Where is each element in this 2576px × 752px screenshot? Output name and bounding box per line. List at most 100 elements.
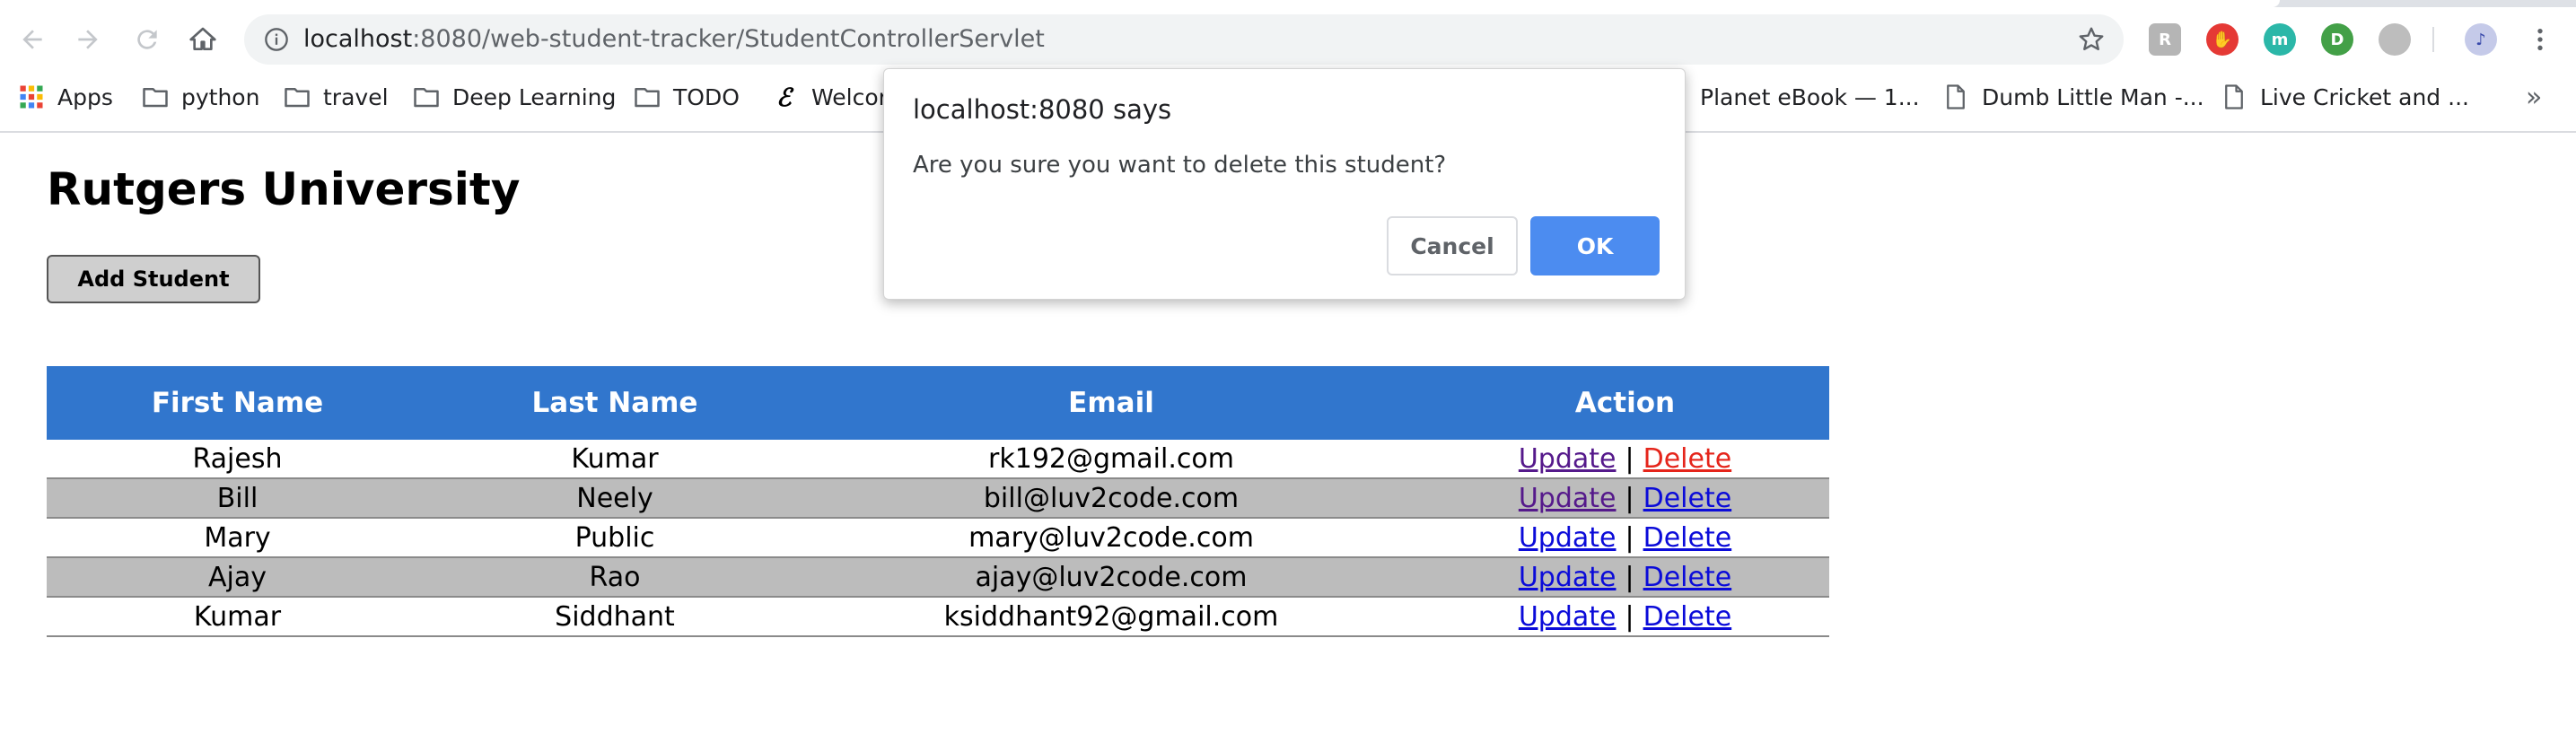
menu-kebab-icon[interactable]: [2522, 22, 2558, 57]
bookmark-apps[interactable]: Apps: [18, 75, 113, 118]
bookmark-planet-ebook[interactable]: Planet eBook — 1...: [1671, 75, 1920, 118]
apps-grid-icon: [20, 85, 43, 109]
folder-icon: [414, 88, 439, 108]
last-name-cell: Public: [428, 518, 802, 558]
email-cell: ksiddhant92@gmail.com: [802, 597, 1421, 637]
forward-icon[interactable]: [70, 22, 106, 57]
bookmark-label: python: [181, 83, 260, 110]
url-path: :8080/web-student-tracker/StudentControl…: [412, 25, 1045, 53]
bookmark-label: Live Cricket and ...: [2260, 83, 2469, 110]
bookmark-python[interactable]: python: [142, 75, 259, 118]
bookmark-star-icon[interactable]: [2077, 25, 2106, 54]
last-name-cell: Neely: [428, 478, 802, 519]
email-cell: ajay@luv2code.com: [802, 557, 1421, 598]
ok-button[interactable]: OK: [1530, 216, 1660, 275]
action-separator: |: [1625, 521, 1634, 554]
adblock-icon[interactable]: ✋: [2206, 23, 2239, 56]
bookmark-dumb-little-man[interactable]: Dumb Little Man -...: [1942, 75, 2204, 118]
update-link[interactable]: Update: [1519, 483, 1617, 514]
update-link[interactable]: Update: [1519, 443, 1617, 475]
bookmark-live-cricket[interactable]: Live Cricket and ...: [2221, 75, 2469, 118]
table-row: Rajesh Kumar rk192@gmail.com Update | Dele…: [47, 440, 1829, 479]
address-bar[interactable]: localhost:8080/web-student-tracker/Stude…: [244, 14, 2124, 65]
extension-m-icon[interactable]: m: [2264, 23, 2296, 56]
page-title: Rutgers University: [47, 163, 521, 215]
profile-avatar-icon[interactable]: ♪: [2465, 23, 2497, 56]
column-header-first-name: First Name: [47, 366, 428, 440]
bookmark-welcome[interactable]: ℰ Welcor: [772, 75, 888, 118]
extension-d-icon[interactable]: D: [2321, 23, 2353, 56]
action-cell: Update | Delete: [1421, 478, 1829, 519]
last-name-cell: Siddhant: [428, 597, 802, 637]
last-name-cell: Rao: [428, 557, 802, 598]
folder-icon: [285, 88, 310, 108]
bookmark-label: travel: [323, 83, 389, 110]
table-row: Ajay Rao ajay@luv2code.com Update | Delete: [47, 557, 1829, 598]
delete-link[interactable]: Delete: [1643, 562, 1732, 593]
delete-link[interactable]: Delete: [1643, 483, 1732, 514]
site-info-icon[interactable]: [264, 27, 289, 52]
delete-link[interactable]: Delete: [1643, 443, 1732, 475]
bookmark-travel[interactable]: travel: [284, 75, 389, 118]
page-icon: [1947, 84, 1965, 109]
url-text[interactable]: localhost:8080/web-student-tracker/Stude…: [303, 14, 1045, 65]
students-table: First Name Last Name Email Action Rajesh…: [47, 366, 1829, 637]
email-cell: mary@luv2code.com: [802, 518, 1421, 558]
extension-circle-icon[interactable]: [2379, 23, 2411, 56]
bookmark-label: Dumb Little Man -...: [1982, 83, 2204, 110]
last-name-cell: Kumar: [428, 440, 802, 479]
bookmark-label: Deep Learning: [452, 83, 617, 110]
dialog-message: Are you sure you want to delete this stu…: [913, 152, 1447, 179]
toolbar-divider: [2432, 27, 2434, 52]
bookmark-todo[interactable]: TODO: [634, 75, 740, 118]
update-link[interactable]: Update: [1519, 562, 1617, 593]
first-name-cell: Mary: [47, 518, 428, 558]
action-separator: |: [1625, 600, 1634, 633]
first-name-cell: Rajesh: [47, 440, 428, 479]
table-header-row: First Name Last Name Email Action: [47, 366, 1829, 440]
column-header-last-name: Last Name: [428, 366, 802, 440]
bookmark-deep-learning[interactable]: Deep Learning: [413, 75, 616, 118]
tab-strip: [0, 0, 2576, 7]
table-row: Mary Public mary@luv2code.com Update | Del…: [47, 518, 1829, 558]
confirm-dialog: localhost:8080 says Are you sure you wan…: [883, 68, 1686, 300]
delete-link[interactable]: Delete: [1643, 601, 1732, 633]
action-separator: |: [1625, 442, 1634, 475]
bookmark-label: Welcor: [811, 83, 888, 110]
add-student-button[interactable]: Add Student: [47, 255, 260, 303]
action-cell: Update | Delete: [1421, 518, 1829, 558]
url-host: localhost: [303, 25, 413, 53]
table-row: Bill Neely bill@luv2code.com Update | Dele…: [47, 478, 1829, 519]
email-cell: bill@luv2code.com: [802, 478, 1421, 519]
first-name-cell: Ajay: [47, 557, 428, 598]
chevron-double-right-icon: »: [2526, 81, 2543, 113]
folder-icon: [635, 88, 660, 108]
extension-r-icon[interactable]: R: [2149, 23, 2181, 56]
action-separator: |: [1625, 482, 1634, 514]
back-icon[interactable]: [14, 22, 50, 57]
active-tab-edge[interactable]: [0, 0, 2280, 7]
bookmark-label: Planet eBook — 1...: [1700, 83, 1920, 110]
cancel-button[interactable]: Cancel: [1387, 216, 1518, 275]
action-cell: Update | Delete: [1421, 597, 1829, 637]
bookmark-label: TODO: [673, 83, 740, 110]
first-name-cell: Kumar: [47, 597, 428, 637]
action-separator: |: [1625, 561, 1634, 593]
update-link[interactable]: Update: [1519, 522, 1617, 554]
page-icon: [2225, 84, 2243, 109]
column-header-action: Action: [1421, 366, 1829, 440]
email-cell: rk192@gmail.com: [802, 440, 1421, 479]
browser-toolbar: localhost:8080/web-student-tracker/Stude…: [0, 7, 2576, 72]
table-row: Kumar Siddhant ksiddhant92@gmail.com Upd…: [47, 597, 1829, 637]
delete-link[interactable]: Delete: [1643, 522, 1732, 554]
home-icon[interactable]: [185, 22, 221, 57]
bookmark-label: Apps: [57, 83, 113, 110]
reload-icon[interactable]: [129, 22, 165, 57]
dialog-title: localhost:8080 says: [913, 94, 1172, 125]
action-cell: Update | Delete: [1421, 557, 1829, 598]
update-link[interactable]: Update: [1519, 601, 1617, 633]
column-header-email: Email: [802, 366, 1421, 440]
svg-text:ℰ: ℰ: [776, 83, 794, 110]
bookmarks-overflow-button[interactable]: »: [2526, 75, 2542, 118]
evernote-icon: ℰ: [776, 83, 794, 110]
